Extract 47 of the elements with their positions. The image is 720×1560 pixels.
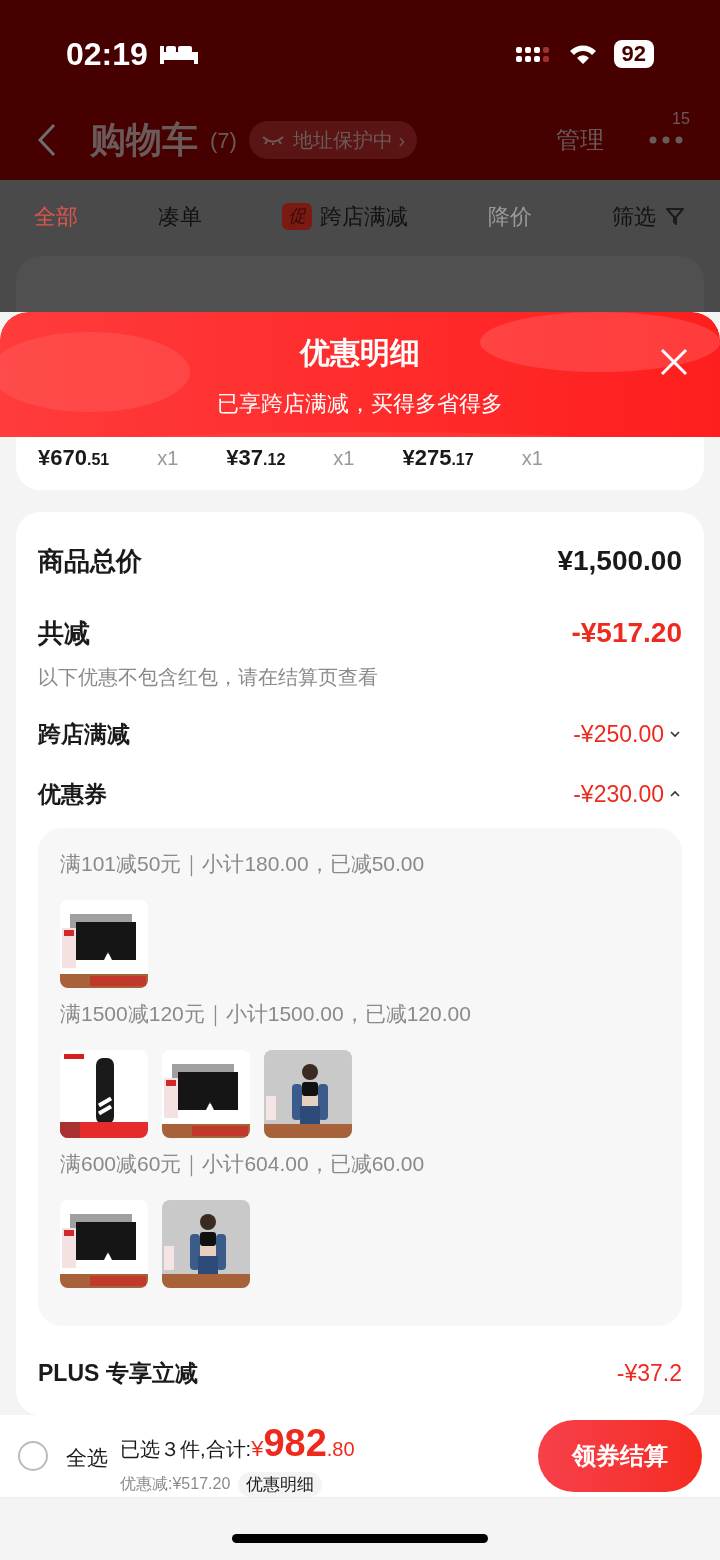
item-quantity: x1 — [521, 446, 543, 472]
discount-label: 跨店满减 — [38, 719, 130, 749]
sheet-subtitle: 已享跨店满减，买得多省得多 — [217, 389, 503, 418]
discount-toggle[interactable]: -¥230.00 — [573, 776, 682, 812]
filter-tab[interactable]: 凑单 — [158, 199, 202, 233]
item-quantity: x1 — [157, 446, 179, 472]
selected-summary: 已选３件,合计: — [120, 1436, 252, 1462]
filter-icon — [664, 205, 686, 227]
eye-closed-icon — [260, 134, 285, 146]
back-icon[interactable] — [36, 123, 58, 157]
discount-summary: 优惠减:¥517.20 — [120, 1474, 231, 1495]
select-all-label: 全选 — [66, 1445, 108, 1471]
total-label: 商品总价 — [38, 544, 142, 578]
plus-discount-amount: -¥37.2 — [616, 1359, 682, 1388]
reduce-label: 共减 — [38, 616, 90, 650]
close-icon[interactable] — [660, 348, 688, 376]
filter-tab[interactable]: 筛选 — [612, 199, 686, 233]
filter-tab[interactable]: 促 跨店满减 — [282, 199, 408, 233]
discount-toggle[interactable]: -¥250.00 — [573, 716, 682, 752]
total-amount: ¥1,500.00 — [557, 544, 682, 578]
coupon-rule: 满1500减120元｜小计1500.00，已减120.00 — [60, 1001, 472, 1029]
coupon-rule: 满101减50元｜小计180.00，已减50.00 — [60, 851, 426, 879]
item-price: ¥37.12 — [226, 444, 286, 473]
manage-button[interactable]: 管理 — [556, 122, 604, 158]
filter-tab[interactable]: 全部 — [34, 199, 78, 233]
total-price: ¥982.80 — [251, 1420, 355, 1466]
message-count: 15 — [672, 109, 690, 129]
coupon-rule: 满600减60元｜小计604.00，已减60.00 — [60, 1151, 426, 1179]
filter-tab[interactable]: 降价 — [488, 199, 532, 233]
cart-count: (7) — [210, 126, 237, 155]
item-quantity: x1 — [333, 446, 355, 472]
sheet-title: 优惠明细 — [300, 334, 420, 371]
reduce-amount: -¥517.20 — [571, 616, 682, 650]
page-title: 购物车 — [90, 118, 198, 162]
promo-tag: 促 — [282, 202, 312, 230]
discount-label: 优惠券 — [38, 779, 107, 809]
item-price: ¥275.17 — [402, 444, 474, 473]
plus-discount-label: PLUS 专享立减 — [38, 1359, 198, 1388]
select-all-checkbox[interactable] — [18, 1440, 48, 1471]
item-price: ¥670.51 — [38, 444, 110, 473]
discount-note: 以下优惠不包含红包，请在结算页查看 — [38, 665, 379, 690]
address-protection-badge[interactable]: 地址保护中 › — [248, 121, 418, 159]
discount-detail-button[interactable]: 优惠明细 — [238, 1471, 323, 1497]
more-icon[interactable] — [648, 135, 684, 145]
status-time: 02:19 — [66, 35, 148, 74]
battery-icon: 92 — [613, 40, 654, 68]
checkout-button[interactable]: 领券结算 — [538, 1419, 702, 1492]
